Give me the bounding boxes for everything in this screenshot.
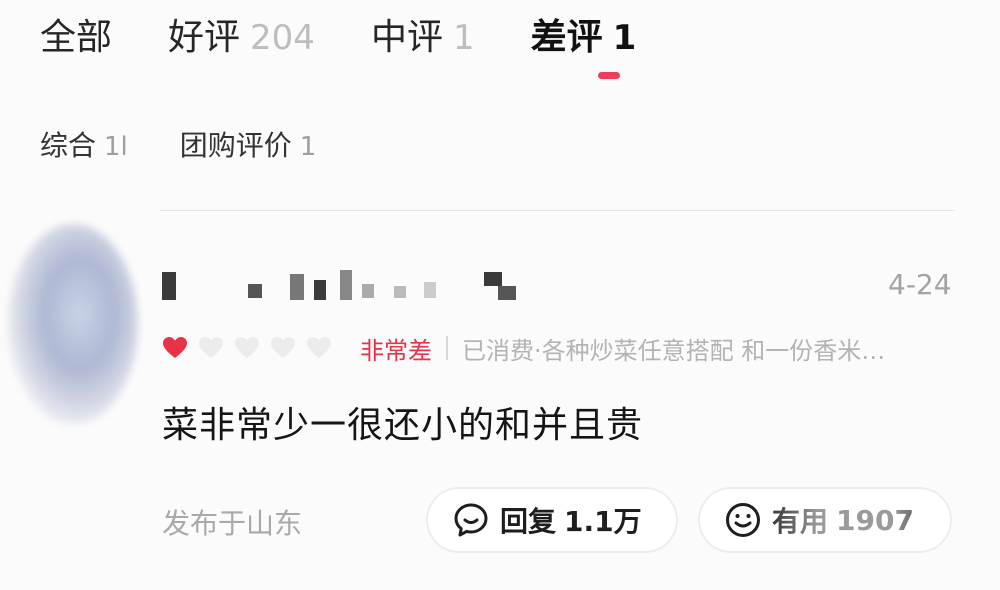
reply-button[interactable]: 回复 1.1万 bbox=[426, 487, 678, 553]
reply-count: 1.1万 bbox=[564, 505, 642, 538]
active-tab-indicator bbox=[598, 72, 620, 79]
useful-count: 1907 bbox=[836, 503, 914, 537]
tab-good[interactable]: 好评 204 bbox=[168, 12, 315, 64]
tab-count: 204 bbox=[250, 18, 315, 58]
filter-group-buy[interactable]: 团购评价 1 bbox=[180, 124, 317, 164]
reply-label: 回复 bbox=[500, 505, 557, 538]
username-redacted[interactable] bbox=[162, 266, 542, 302]
tab-label: 全部 bbox=[40, 17, 113, 58]
heart-empty-icon bbox=[307, 337, 331, 358]
smiley-icon bbox=[726, 503, 760, 537]
rating-text: 非常差 bbox=[360, 336, 432, 365]
tab-label: 差评 bbox=[530, 17, 603, 58]
filter-row: 综合 1l 团购评价 1 bbox=[40, 124, 316, 164]
post-location: 发布于山东 bbox=[162, 507, 303, 540]
heart-filled-icon bbox=[163, 337, 187, 358]
review-content[interactable]: 菜非常少一很还小的和并且贵 bbox=[162, 396, 643, 448]
consume-info[interactable]: 已消费·各种炒菜任意搭配 和一份香米… bbox=[462, 331, 885, 366]
filter-overall[interactable]: 综合 1l bbox=[40, 124, 128, 164]
heart-empty-icon bbox=[199, 337, 223, 358]
tab-all[interactable]: 全部 bbox=[40, 12, 112, 64]
review-date: 4-24 bbox=[888, 268, 952, 301]
comment-bubble-icon bbox=[454, 503, 488, 537]
filter-count: 1l bbox=[104, 132, 128, 162]
tab-count: 1 bbox=[612, 18, 637, 58]
tab-count: 1 bbox=[452, 18, 475, 58]
rating-row: 非常差 已消费·各种炒菜任意搭配 和一份香米… bbox=[162, 330, 885, 366]
useful-label: 有用 bbox=[772, 505, 829, 538]
heart-empty-icon bbox=[271, 337, 295, 358]
review-page: 全部 好评 204 中评 1 差评 1 综合 1l 团购评价 1 4-24 非常… bbox=[0, 0, 1000, 590]
avatar[interactable] bbox=[8, 224, 138, 424]
separator bbox=[446, 336, 448, 360]
tab-bad[interactable]: 差评 1 bbox=[531, 12, 637, 64]
useful-button[interactable]: 有用 1907 bbox=[698, 487, 952, 553]
filter-label: 团购评价 bbox=[179, 129, 292, 162]
tab-label: 好评 bbox=[168, 17, 241, 58]
tab-neutral[interactable]: 中评 1 bbox=[371, 12, 475, 64]
rating-tabs: 全部 好评 204 中评 1 差评 1 bbox=[40, 12, 636, 72]
tab-label: 中评 bbox=[370, 17, 443, 58]
divider bbox=[160, 210, 955, 211]
filter-count: 1 bbox=[299, 132, 317, 162]
filter-label: 综合 bbox=[40, 129, 97, 162]
heart-empty-icon bbox=[235, 337, 259, 358]
